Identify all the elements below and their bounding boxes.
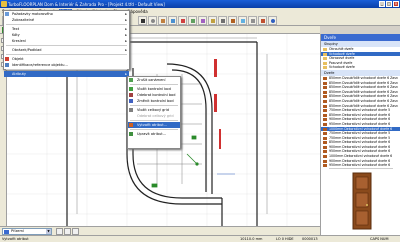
status-value: 0000013 bbox=[302, 237, 318, 241]
menu-separator bbox=[6, 69, 127, 70]
door-icon bbox=[323, 118, 327, 122]
menu-item-zobrazitelne[interactable]: Zobrazitelné ▸ bbox=[4, 17, 129, 23]
close-button[interactable]: × bbox=[393, 1, 399, 7]
window-title: TurboFLOORPLAN Dom & Interiér & Zahrada … bbox=[8, 1, 165, 7]
folder-icon bbox=[323, 61, 327, 65]
door-preview-image bbox=[352, 172, 372, 230]
pozadavky-icon bbox=[5, 12, 9, 16]
door-icon[interactable] bbox=[228, 16, 237, 25]
remove-point-icon bbox=[129, 93, 133, 97]
door-icon bbox=[323, 164, 327, 168]
grid-icon[interactable] bbox=[188, 16, 197, 25]
create-attribute-icon bbox=[129, 123, 133, 127]
door-icon bbox=[323, 104, 327, 108]
status-code: LO 0 HIDE bbox=[276, 237, 294, 241]
menu-item-obrazek[interactable]: Obrázek/Podklad ▸ bbox=[4, 47, 129, 53]
submenu-odebrat-grid[interactable]: Odebrat celkový grid bbox=[128, 113, 180, 119]
door-icon bbox=[323, 109, 327, 113]
layer-icon bbox=[4, 230, 9, 234]
roof-icon[interactable] bbox=[258, 16, 267, 25]
cancel-icon bbox=[129, 78, 133, 82]
menu-separator bbox=[6, 45, 127, 46]
door-icon bbox=[323, 150, 327, 154]
door-icon bbox=[323, 76, 327, 80]
layer-settings-button[interactable] bbox=[72, 228, 79, 235]
status-keys: CAPS NUM bbox=[370, 237, 389, 241]
submenu-upravit-atribut[interactable]: Upravit atribut... bbox=[128, 131, 180, 137]
status-bar: Vytvořit atribut 10110.0 mm LO 0 HIDE 00… bbox=[0, 235, 400, 242]
menu-separator bbox=[130, 84, 178, 85]
layer-select[interactable]: Přízemí ▼ bbox=[2, 228, 52, 235]
door-icon bbox=[323, 113, 327, 117]
help-icon[interactable] bbox=[268, 16, 277, 25]
door-icon bbox=[323, 136, 327, 140]
door-icon bbox=[323, 122, 327, 126]
snap-icon[interactable] bbox=[198, 16, 207, 25]
layer-bar: Přízemí ▼ bbox=[0, 226, 320, 235]
maximize-button[interactable]: □ bbox=[386, 1, 392, 7]
menu-separator bbox=[6, 24, 127, 25]
door-icon bbox=[323, 159, 327, 163]
items-list: 850mm Dvoukřídlé vchodové dveře 6 Zasn 85… bbox=[321, 76, 400, 168]
folder-icon bbox=[323, 52, 327, 56]
door-icon bbox=[323, 132, 327, 136]
layer-down-button[interactable] bbox=[64, 228, 71, 235]
folder-icon bbox=[323, 57, 327, 61]
chevron-down-icon[interactable]: ▼ bbox=[46, 229, 51, 234]
pan-icon[interactable] bbox=[158, 16, 167, 25]
menu-item-atributy[interactable]: Atributy ▸ bbox=[4, 71, 129, 77]
door-icon bbox=[323, 95, 327, 99]
add-point-icon bbox=[129, 87, 133, 91]
door-icon bbox=[323, 81, 327, 85]
door-icon bbox=[323, 99, 327, 103]
edit-attribute-icon bbox=[129, 132, 133, 136]
menu-separator bbox=[130, 120, 178, 121]
3d-view-icon[interactable] bbox=[168, 16, 177, 25]
door-icon bbox=[323, 86, 327, 90]
identify-icon bbox=[5, 63, 9, 67]
grid-add-icon bbox=[129, 108, 133, 112]
door-icon bbox=[323, 141, 327, 145]
submenu-zmenit-bod[interactable]: Změnit kontrolní bod bbox=[128, 98, 180, 104]
door-icon bbox=[323, 127, 327, 131]
menu-separator bbox=[6, 54, 127, 55]
status-coords: 10110.0 mm bbox=[240, 237, 263, 241]
select-icon[interactable] bbox=[138, 16, 147, 25]
groups-list: Okrouhlé dveře Vchodové dveře Obrazové dve… bbox=[321, 47, 400, 70]
folder-icon bbox=[323, 66, 327, 70]
door-icon bbox=[323, 90, 327, 94]
layer-up-button[interactable] bbox=[56, 228, 63, 235]
edit-point-icon bbox=[129, 99, 133, 103]
minimize-button[interactable]: _ bbox=[379, 1, 385, 7]
submenu-vytvorit-atribut[interactable]: Vytvořit atribut... bbox=[128, 122, 180, 128]
menu-separator bbox=[130, 105, 178, 106]
render-icon[interactable] bbox=[178, 16, 187, 25]
app-icon bbox=[1, 1, 7, 7]
menu-item-identifikace[interactable]: Identifikace/reference objektu... bbox=[4, 62, 129, 68]
menu-separator bbox=[130, 129, 178, 130]
menu-item-kresleni[interactable]: Kreslení ▸ bbox=[4, 38, 129, 44]
folder-icon bbox=[323, 48, 327, 51]
door-icon bbox=[323, 155, 327, 159]
menu-napoveda[interactable]: Nápověda bbox=[128, 9, 148, 14]
object-icon bbox=[5, 57, 9, 61]
window-icon[interactable] bbox=[238, 16, 247, 25]
submenu-zrusit[interactable]: Zrušit oznámení bbox=[128, 77, 180, 83]
group-item[interactable]: Vchodové dveře bbox=[321, 65, 400, 70]
insert-menu-dropdown: Požadavky motorového ▸ Zobrazitelné ▸ Text… bbox=[3, 10, 130, 77]
door-icon bbox=[323, 145, 327, 149]
door-preview bbox=[329, 168, 393, 232]
attributes-submenu: Zrušit oznámení Vložit kontrolní bod Ode… bbox=[127, 76, 181, 149]
layers-icon[interactable] bbox=[208, 16, 217, 25]
wall-icon[interactable] bbox=[218, 16, 227, 25]
catalog-panel: Dveře Skupiny Okrouhlé dveře Vchodové dve… bbox=[320, 34, 400, 235]
stairs-icon[interactable] bbox=[248, 16, 257, 25]
zoom-icon[interactable] bbox=[148, 16, 157, 25]
status-text: Vytvořit atribut bbox=[2, 237, 29, 241]
panel-title: Dveře bbox=[321, 34, 400, 41]
title-bar: TurboFLOORPLAN Dom & Interiér & Zahrada … bbox=[0, 0, 400, 8]
